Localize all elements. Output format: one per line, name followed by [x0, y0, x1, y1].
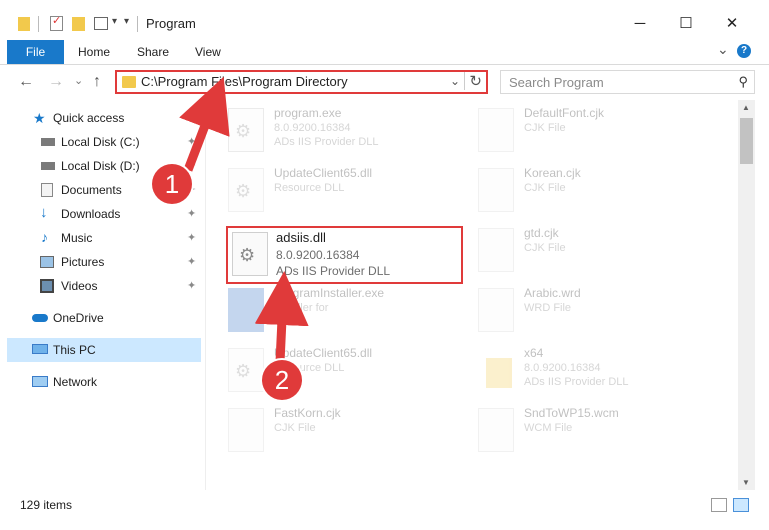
callout-badge-1: 1	[152, 164, 192, 204]
callout-badge-2: 2	[262, 360, 302, 400]
arrow-to-address-bar	[179, 76, 230, 172]
callout-arrows	[179, 76, 309, 363]
arrow-to-file	[254, 271, 309, 363]
